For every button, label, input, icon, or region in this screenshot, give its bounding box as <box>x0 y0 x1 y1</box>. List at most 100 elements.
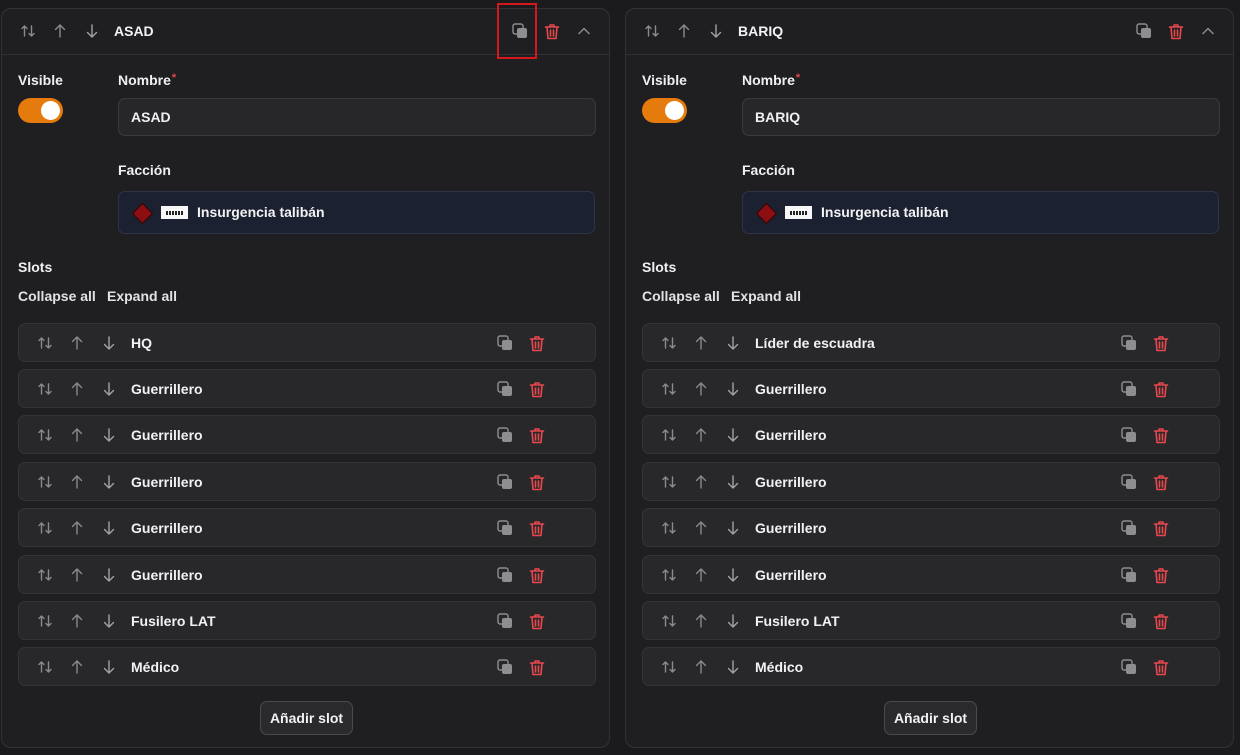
slot-move-down-button[interactable] <box>724 565 742 585</box>
duplicate-slot-button[interactable] <box>1120 518 1138 538</box>
slot-move-up-button[interactable] <box>68 657 86 677</box>
reorder-button[interactable] <box>19 21 37 41</box>
slot-move-down-button[interactable] <box>724 472 742 492</box>
duplicate-slot-button[interactable] <box>1120 657 1138 677</box>
slot-move-down-button[interactable] <box>100 657 118 677</box>
slot-row[interactable]: Médico <box>642 647 1220 686</box>
slot-reorder-button[interactable] <box>36 565 54 585</box>
delete-slot-button[interactable] <box>1152 518 1170 538</box>
move-up-button[interactable] <box>51 21 69 41</box>
visible-toggle[interactable] <box>642 98 687 123</box>
duplicate-slot-button[interactable] <box>496 518 514 538</box>
duplicate-squad-button[interactable] <box>1135 21 1153 41</box>
expand-all-button[interactable]: Expand all <box>731 288 801 304</box>
slot-move-up-button[interactable] <box>692 333 710 353</box>
delete-slot-button[interactable] <box>528 657 546 677</box>
slot-move-down-button[interactable] <box>100 611 118 631</box>
slot-reorder-button[interactable] <box>36 379 54 399</box>
name-input[interactable] <box>742 98 1220 136</box>
delete-squad-button[interactable] <box>1167 21 1185 41</box>
duplicate-slot-button[interactable] <box>1120 425 1138 445</box>
expand-all-button[interactable]: Expand all <box>107 288 177 304</box>
duplicate-slot-button[interactable] <box>496 657 514 677</box>
move-down-button[interactable] <box>83 21 101 41</box>
slot-move-up-button[interactable] <box>68 472 86 492</box>
slot-move-up-button[interactable] <box>692 472 710 492</box>
slot-move-up-button[interactable] <box>68 425 86 445</box>
slot-row[interactable]: Guerrillero <box>642 555 1220 594</box>
slot-reorder-button[interactable] <box>660 379 678 399</box>
name-input[interactable] <box>118 98 596 136</box>
collapse-squad-button[interactable] <box>1199 21 1217 41</box>
slot-reorder-button[interactable] <box>660 333 678 353</box>
move-up-button[interactable] <box>675 21 693 41</box>
duplicate-slot-button[interactable] <box>1120 379 1138 399</box>
slot-row[interactable]: Médico <box>18 647 596 686</box>
visible-toggle[interactable] <box>18 98 63 123</box>
slot-row[interactable]: Líder de escuadra <box>642 323 1220 362</box>
slot-move-up-button[interactable] <box>692 379 710 399</box>
slot-reorder-button[interactable] <box>660 657 678 677</box>
delete-slot-button[interactable] <box>1152 611 1170 631</box>
slot-move-down-button[interactable] <box>724 611 742 631</box>
slot-reorder-button[interactable] <box>660 518 678 538</box>
duplicate-slot-button[interactable] <box>496 379 514 399</box>
duplicate-slot-button[interactable] <box>1120 333 1138 353</box>
faction-select[interactable]: Insurgencia talibán <box>742 191 1219 234</box>
slot-reorder-button[interactable] <box>36 657 54 677</box>
slot-row[interactable]: Fusilero LAT <box>18 601 596 640</box>
slot-move-down-button[interactable] <box>100 425 118 445</box>
delete-slot-button[interactable] <box>528 565 546 585</box>
slot-move-down-button[interactable] <box>100 333 118 353</box>
delete-slot-button[interactable] <box>528 611 546 631</box>
slot-row[interactable]: Guerrillero <box>642 369 1220 408</box>
move-down-button[interactable] <box>707 21 725 41</box>
duplicate-slot-button[interactable] <box>496 472 514 492</box>
slot-move-down-button[interactable] <box>724 333 742 353</box>
slot-move-up-button[interactable] <box>692 657 710 677</box>
reorder-button[interactable] <box>643 21 661 41</box>
slot-move-up-button[interactable] <box>68 333 86 353</box>
delete-slot-button[interactable] <box>528 425 546 445</box>
add-slot-button[interactable]: Añadir slot <box>260 701 353 735</box>
slot-reorder-button[interactable] <box>660 565 678 585</box>
slot-row[interactable]: HQ <box>18 323 596 362</box>
slot-move-down-button[interactable] <box>100 518 118 538</box>
slot-row[interactable]: Guerrillero <box>18 369 596 408</box>
slot-move-up-button[interactable] <box>692 611 710 631</box>
slot-move-up-button[interactable] <box>692 565 710 585</box>
collapse-all-button[interactable]: Collapse all <box>18 288 96 304</box>
delete-slot-button[interactable] <box>1152 333 1170 353</box>
slot-move-up-button[interactable] <box>68 565 86 585</box>
duplicate-slot-button[interactable] <box>496 611 514 631</box>
delete-slot-button[interactable] <box>528 333 546 353</box>
duplicate-slot-button[interactable] <box>1120 565 1138 585</box>
slot-reorder-button[interactable] <box>660 425 678 445</box>
duplicate-slot-button[interactable] <box>1120 472 1138 492</box>
delete-slot-button[interactable] <box>528 518 546 538</box>
slot-reorder-button[interactable] <box>36 611 54 631</box>
slot-row[interactable]: Guerrillero <box>18 508 596 547</box>
slot-reorder-button[interactable] <box>36 425 54 445</box>
slot-move-down-button[interactable] <box>100 472 118 492</box>
slot-move-up-button[interactable] <box>68 518 86 538</box>
delete-slot-button[interactable] <box>1152 379 1170 399</box>
slot-move-down-button[interactable] <box>100 565 118 585</box>
slot-move-down-button[interactable] <box>724 657 742 677</box>
collapse-squad-button[interactable] <box>575 21 593 41</box>
slot-reorder-button[interactable] <box>36 518 54 538</box>
collapse-all-button[interactable]: Collapse all <box>642 288 720 304</box>
delete-slot-button[interactable] <box>1152 657 1170 677</box>
duplicate-slot-button[interactable] <box>496 333 514 353</box>
slot-move-down-button[interactable] <box>724 379 742 399</box>
delete-slot-button[interactable] <box>528 472 546 492</box>
duplicate-slot-button[interactable] <box>1120 611 1138 631</box>
slot-move-up-button[interactable] <box>692 425 710 445</box>
slot-row[interactable]: Guerrillero <box>642 462 1220 501</box>
add-slot-button[interactable]: Añadir slot <box>884 701 977 735</box>
slot-row[interactable]: Guerrillero <box>18 415 596 454</box>
duplicate-slot-button[interactable] <box>496 425 514 445</box>
slot-row[interactable]: Guerrillero <box>642 508 1220 547</box>
slot-move-up-button[interactable] <box>68 611 86 631</box>
slot-row[interactable]: Guerrillero <box>18 555 596 594</box>
